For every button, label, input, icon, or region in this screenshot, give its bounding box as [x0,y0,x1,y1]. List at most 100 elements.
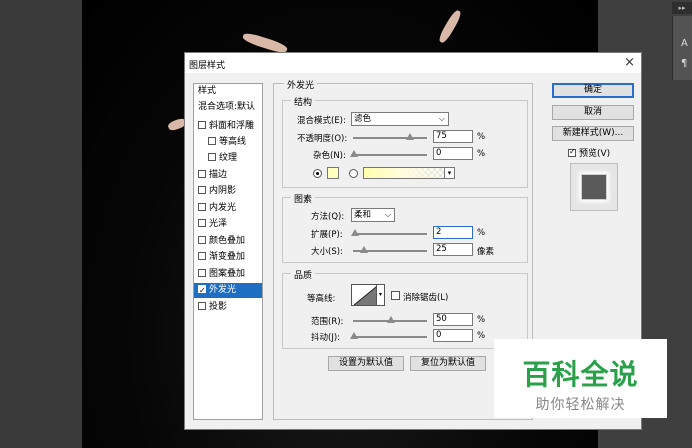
slider-thumb[interactable] [406,133,414,140]
slider-thumb[interactable] [360,246,368,253]
preview-thumbnail [581,174,607,200]
range-slider[interactable] [353,316,427,323]
opacity-slider[interactable] [353,133,427,140]
style-item-label: 斜面和浮雕 [209,121,255,131]
quality-group: 品质 等高线: ▾ 消除锯齿(L) 范围(R): 50 % 抖动(J): 0 % [282,268,528,349]
noise-input[interactable]: 0 [433,147,473,160]
opacity-unit: % [477,132,486,142]
style-preview [570,163,618,211]
style-item-drop-shadow[interactable]: 投影 [194,300,262,315]
checkbox[interactable] [198,302,206,310]
ok-button[interactable]: 确定 [552,83,634,98]
preview-label: 预览(V) [579,149,611,159]
range-label: 范围(R): [311,317,344,327]
reset-default-button[interactable]: 复位为默认值 [410,356,486,371]
style-item-texture[interactable]: 纹理 [194,151,262,166]
jitter-input[interactable]: 0 [433,329,473,342]
dialog-titlebar[interactable]: 图层样式 × [185,53,641,73]
checkbox[interactable] [198,252,206,260]
character-panel-icon[interactable]: A [681,38,688,49]
paragraph-panel-icon[interactable]: ¶ [681,58,687,69]
contour-curve-icon [353,286,376,305]
structure-group: 结构 混合模式(E): 滤色 ⌵ 不透明度(O): 75 % 杂色(N): 0 … [282,95,528,188]
contour-picker[interactable] [351,284,377,306]
jitter-unit: % [477,331,486,341]
style-item-bevel-emboss[interactable]: 斜面和浮雕 [194,119,262,134]
style-item-inner-shadow[interactable]: 内阴影 [194,184,262,199]
side-panel-strip[interactable]: A ¶ [672,16,692,80]
style-item-label: 投影 [209,302,228,312]
watermark-title: 百科全说 [522,358,639,391]
checkbox[interactable] [198,219,206,227]
elements-title: 图素 [291,192,316,205]
solid-color-radio[interactable] [313,169,322,178]
opacity-label: 不透明度(O): [297,134,348,144]
style-item-label: 颜色叠加 [209,236,246,246]
new-style-button[interactable]: 新建样式(W)... [552,126,634,141]
structure-title: 结构 [291,95,316,108]
technique-value: 柔和 [354,210,372,220]
preview-toggle[interactable]: 预览(V) [568,146,610,159]
checkbox[interactable] [198,121,206,129]
opacity-input[interactable]: 75 [433,130,473,143]
glow-color-swatch[interactable] [327,167,339,179]
styles-header[interactable]: 样式 [194,84,262,98]
antialias-label: 消除锯齿(L) [403,293,449,303]
slider-thumb[interactable] [350,332,358,339]
checkbox[interactable] [198,269,206,277]
slider-thumb[interactable] [387,316,395,323]
checkbox[interactable] [198,186,206,194]
range-input[interactable]: 50 [433,313,473,326]
glow-gradient-picker[interactable]: ▾ [363,167,455,179]
spread-input[interactable]: 2 [433,226,473,239]
noise-slider[interactable] [350,150,427,157]
dancer-arm-right [437,8,463,45]
slider-thumb[interactable] [351,229,359,236]
style-item-color-overlay[interactable]: 颜色叠加 [194,234,262,249]
checkbox[interactable] [198,203,206,211]
chevron-down-icon: ⌵ [438,114,445,123]
size-input[interactable]: 25 [433,243,473,256]
contour-dropdown-icon[interactable]: ▾ [377,284,385,306]
slider-thumb[interactable] [350,150,358,157]
style-item-pattern-overlay[interactable]: 图案叠加 [194,267,262,282]
gradient-radio[interactable] [349,169,358,178]
blend-mode-select[interactable]: 滤色 ⌵ [351,112,449,126]
chevron-down-icon: ⌵ [384,210,391,219]
style-item-label: 纹理 [219,153,238,163]
workspace-left [0,0,82,448]
checkbox[interactable] [198,236,206,244]
style-item-outer-glow[interactable]: 外发光 [194,283,262,298]
antialias-checkbox[interactable] [391,291,400,300]
checkbox[interactable] [208,153,216,161]
size-slider[interactable] [353,246,427,253]
checkbox[interactable] [208,137,216,145]
panel-collapse-icon[interactable]: ▸▸ [672,2,692,14]
style-item-label: 光泽 [209,219,228,229]
style-item-label: 图案叠加 [209,269,246,279]
size-label: 大小(S): [311,247,343,257]
close-icon[interactable]: × [624,55,635,70]
checkbox[interactable] [198,170,206,178]
make-default-button[interactable]: 设置为默认值 [328,356,404,371]
style-item-stroke[interactable]: 描边 [194,168,262,183]
watermark: 百科全说 助你轻松解决 [494,339,667,418]
section-title: 外发光 [284,78,318,91]
dialog-title: 图层样式 [189,61,226,71]
style-item-satin[interactable]: 光泽 [194,217,262,232]
preview-checkbox[interactable] [568,147,576,157]
style-item-contour[interactable]: 等高线 [194,135,262,150]
blend-options-item[interactable]: 混合选项:默认 [194,100,262,115]
styles-list: 样式 混合选项:默认 斜面和浮雕 等高线 纹理 描边 内阴影 内发光 光泽 颜色… [193,83,263,420]
style-item-label: 外发光 [209,285,237,295]
spread-slider[interactable] [351,229,427,236]
technique-select[interactable]: 柔和 ⌵ [351,208,395,222]
style-item-gradient-overlay[interactable]: 渐变叠加 [194,250,262,265]
cancel-button[interactable]: 取消 [552,105,634,120]
blend-mode-value: 滤色 [354,114,372,124]
style-item-inner-glow[interactable]: 内发光 [194,201,262,216]
chevron-down-icon[interactable]: ▾ [444,168,454,178]
style-item-label: 内阴影 [209,186,237,196]
checkbox-checked[interactable] [198,283,206,298]
jitter-slider[interactable] [350,332,427,339]
